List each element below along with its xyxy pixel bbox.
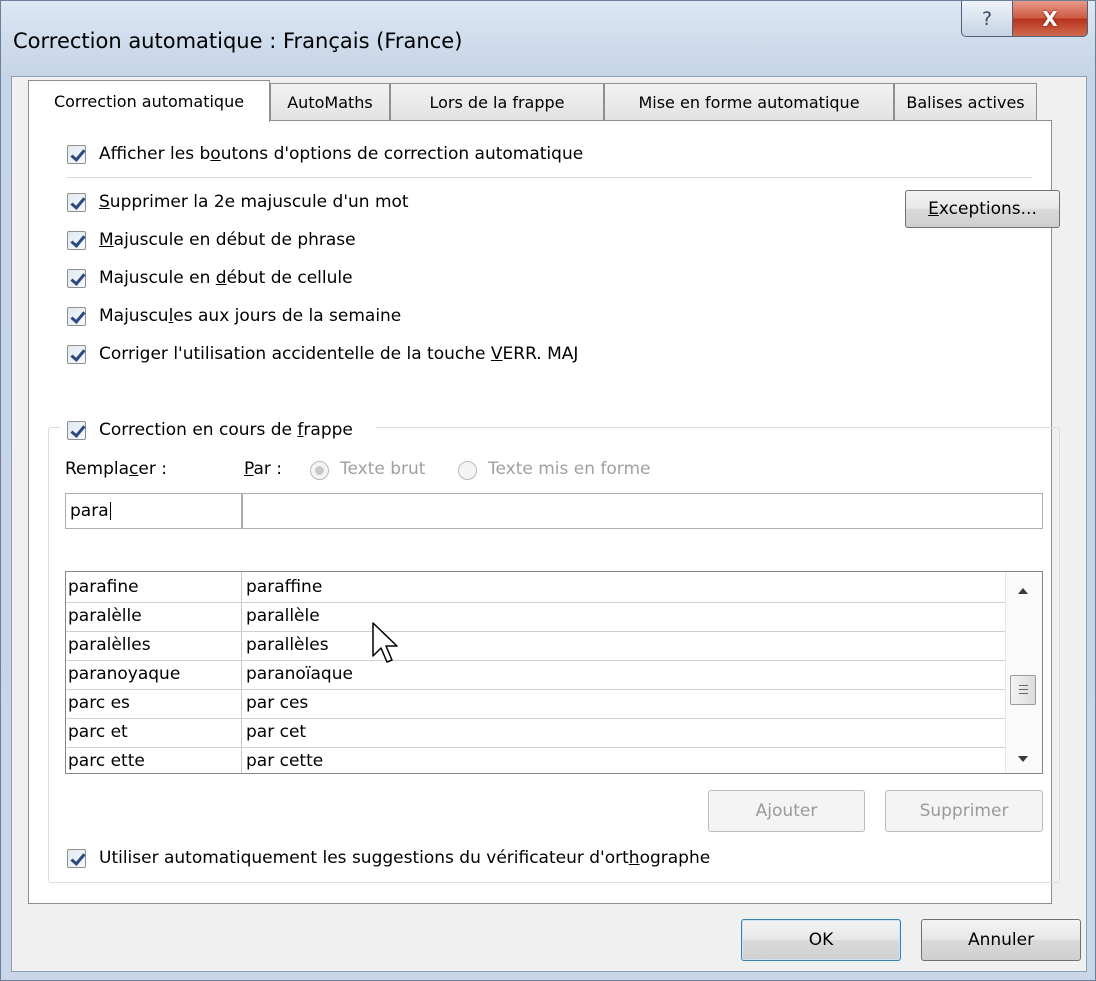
show-buttons-checkbox[interactable] [67,145,86,164]
text-cursor [109,502,111,520]
list-row[interactable]: parc et par cet [66,719,1006,748]
cancel-button[interactable]: Annuler [921,919,1081,961]
scroll-thumb[interactable] [1010,675,1036,705]
list-row[interactable]: paralèlle parallèle [66,603,1006,632]
replace-input[interactable]: para [65,493,242,529]
replace-as-you-type-label[interactable]: Correction en cours de frappe [99,420,353,440]
list-row[interactable]: parc es par ces [66,690,1006,719]
formatted-text-radio[interactable] [458,461,477,480]
replacement-list[interactable]: parafine paraffine paralèlle parallèle par… [65,571,1043,774]
plain-text-label[interactable]: Texte brut [340,459,425,479]
cell-cap-label[interactable]: Majuscule en début de cellule [99,268,353,288]
with-label: Par : [244,459,283,479]
list-row[interactable]: parafine paraffine [66,574,1006,603]
with-input[interactable] [242,493,1043,529]
list-row[interactable]: paranoyaque paranoïaque [66,661,1006,690]
days-cap-checkbox[interactable] [67,307,86,326]
list-row[interactable]: paralèlles parallèles [66,632,1006,661]
delete-button[interactable]: Supprimer [885,790,1043,832]
mouse-pointer-icon [372,622,398,663]
formatted-text-label[interactable]: Texte mis en forme [488,459,651,479]
exceptions-button[interactable]: Exceptions... [905,190,1060,228]
plain-text-radio[interactable] [310,461,329,480]
spell-suggest-label[interactable]: Utiliser automatiquement les suggestions… [99,848,710,868]
two-caps-label[interactable]: Supprimer la 2e majuscule d'un mot [99,192,409,212]
show-buttons-label[interactable]: Afficher les boutons d'options de correc… [99,144,583,164]
sentence-cap-label[interactable]: Majuscule en début de phrase [99,230,356,250]
days-cap-label[interactable]: Majuscules aux jours de la semaine [99,306,401,326]
list-row[interactable]: parc ette par cette [66,748,1006,773]
scroll-down-arrow-icon[interactable] [1018,756,1028,762]
separator [66,177,1032,178]
replace-label: Remplacer : [65,459,167,479]
cell-cap-checkbox[interactable] [67,269,86,288]
scroll-up-arrow-icon[interactable] [1018,588,1028,594]
list-scrollbar[interactable] [1005,572,1042,773]
spell-suggest-checkbox[interactable] [67,849,86,868]
caps-lock-checkbox[interactable] [67,345,86,364]
caps-lock-label[interactable]: Corriger l'utilisation accidentelle de l… [99,344,578,364]
ok-button[interactable]: OK [741,919,901,961]
replace-as-you-type-checkbox[interactable] [67,421,86,440]
panel-content: Afficher les boutons d'options de correc… [0,0,1096,981]
sentence-cap-checkbox[interactable] [67,231,86,250]
add-button[interactable]: Ajouter [708,790,865,832]
two-caps-checkbox[interactable] [67,193,86,212]
